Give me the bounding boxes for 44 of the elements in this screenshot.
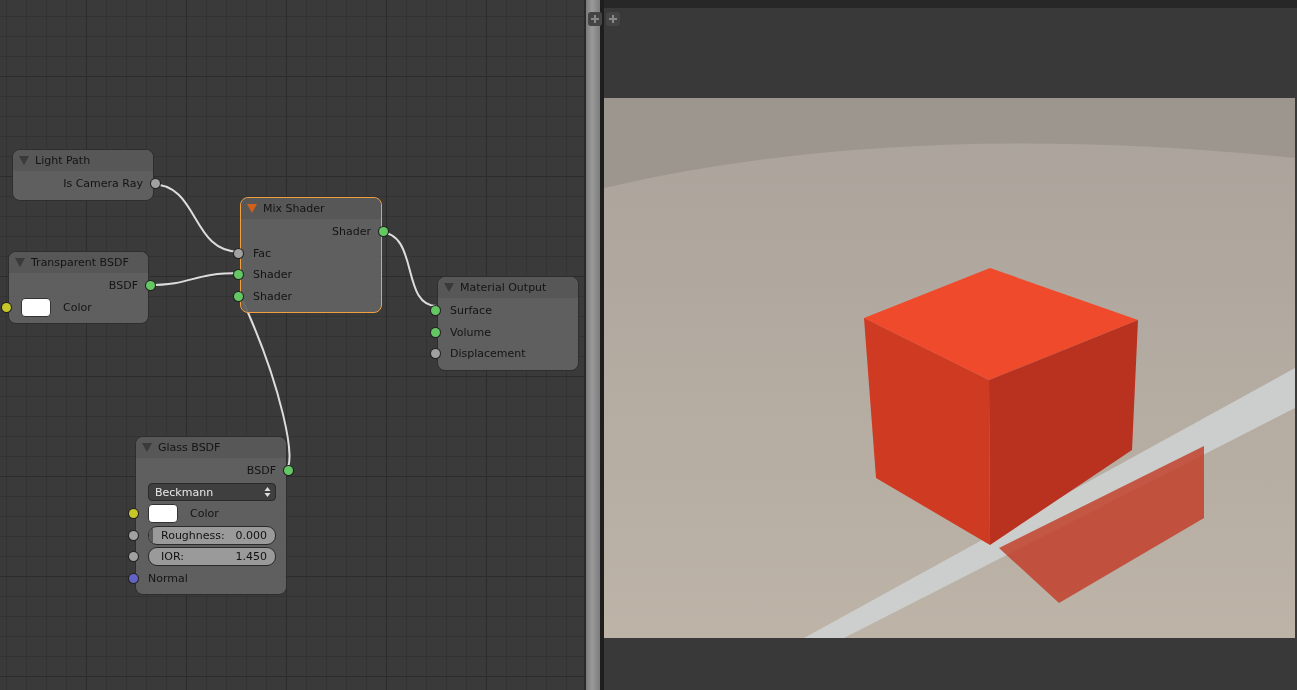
node-title: Glass BSDF (158, 441, 221, 454)
socket-dot[interactable] (129, 530, 138, 540)
socket-label: Shader (332, 225, 371, 239)
socket-label: Normal (148, 571, 188, 585)
socket-label: Color (63, 300, 92, 314)
updown-icon (264, 486, 271, 499)
roughness-slider[interactable]: Roughness: 0.000 (148, 525, 276, 545)
shader-node[interactable]: Glass BSDF BSDF Beckmann Color Roughness: 0.000 IOR: 1.450 Normal (135, 436, 287, 595)
socket-label: Volume (450, 325, 491, 339)
socket-label: Displacement (450, 347, 526, 361)
socket-label: Is Camera Ray (63, 177, 143, 191)
node-title: Mix Shader (263, 202, 325, 215)
plus-icon (591, 15, 599, 23)
socket-label: BSDF (108, 279, 138, 293)
socket-dot[interactable] (234, 248, 243, 258)
socket-dot[interactable] (431, 306, 440, 315)
node-title: Transparent BSDF (31, 256, 129, 269)
socket-dot[interactable] (379, 227, 388, 236)
socket-dot[interactable] (431, 349, 440, 358)
color-swatch[interactable] (148, 504, 178, 524)
node-title: Light Path (35, 154, 91, 167)
socket-dot[interactable] (129, 552, 138, 561)
distribution-dropdown[interactable]: Beckmann (148, 483, 276, 502)
socket-label: Surface (450, 304, 492, 318)
socket-label: BSDF (246, 464, 276, 478)
node-title: Material Output (460, 281, 547, 294)
socket-dot[interactable] (146, 281, 155, 290)
add-button[interactable] (588, 12, 602, 26)
ior-field[interactable]: IOR: 1.450 (148, 547, 276, 567)
socket-dot[interactable] (234, 291, 243, 301)
socket-dot[interactable] (151, 179, 160, 188)
socket-dot[interactable] (431, 327, 440, 337)
socket-label: Color (190, 507, 219, 521)
socket-dot[interactable] (284, 466, 293, 475)
socket-label: Shader (253, 268, 292, 282)
socket-dot[interactable] (129, 573, 138, 583)
plus-icon (609, 15, 617, 23)
socket-dot[interactable] (129, 509, 138, 518)
socket-label: Fac (253, 246, 272, 260)
add-button[interactable] (606, 12, 620, 26)
socket-dot[interactable] (234, 270, 243, 279)
color-swatch[interactable] (21, 297, 51, 317)
socket-dot[interactable] (2, 302, 11, 312)
socket-label: Shader (253, 289, 292, 303)
